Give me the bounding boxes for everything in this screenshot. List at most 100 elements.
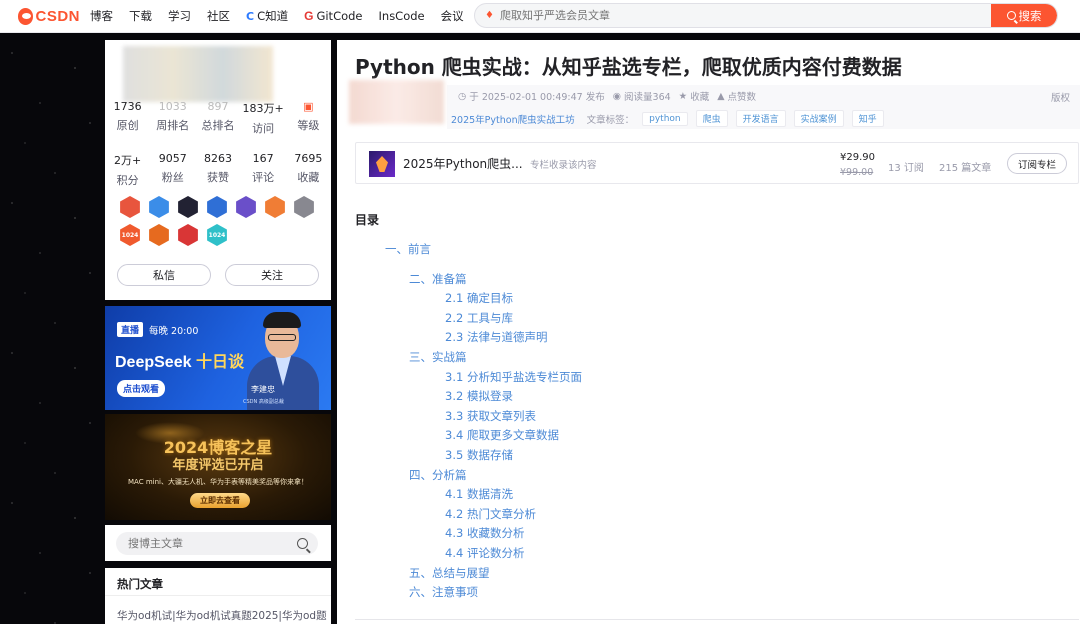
favorite-label[interactable]: 收藏 (690, 89, 709, 103)
article-tags-row: 2025年Python爬虫实战工坊 文章标签： python 爬虫 开发语言 实… (451, 110, 892, 127)
achievement-badges: 1024 1024 (119, 196, 319, 246)
toc-link[interactable]: 2.2 工具与库 (445, 310, 513, 326)
nav-inscode[interactable]: InsCode (379, 9, 425, 23)
stat-original[interactable]: 1736 原创 (106, 100, 150, 136)
stat-favorites[interactable]: 7695 收藏 (286, 152, 330, 188)
live-time: 每晚 20:00 (149, 326, 199, 337)
award-view-button[interactable]: 立即去查看 (190, 493, 250, 508)
toc-link[interactable]: 2.3 法律与道德声明 (445, 329, 547, 345)
tag-case-study[interactable]: 实战案例 (793, 110, 844, 127)
stat-total-rank[interactable]: 897 总排名 (196, 100, 240, 136)
tag-dev-language[interactable]: 开发语言 (735, 110, 786, 127)
toc-link[interactable]: 4.1 数据清洗 (445, 486, 513, 502)
tag-zhihu[interactable]: 知乎 (851, 110, 884, 127)
column-subscribers: 13 订阅 (888, 163, 924, 174)
toc-heading: 目录 (355, 213, 380, 227)
stat-value: 1736 (113, 100, 142, 113)
message-button[interactable]: 私信 (117, 264, 211, 286)
stat-label: 粉丝 (161, 171, 184, 184)
stat-likes[interactable]: 8263 获赞 (196, 152, 240, 188)
toc-link[interactable]: 4.4 评论数分析 (445, 545, 524, 561)
subscribe-column-button[interactable]: 订阅专栏 (1007, 153, 1067, 174)
column-article-count: 215 篇文章 (939, 163, 992, 174)
column-thumbnail[interactable] (369, 151, 395, 177)
achievement-badge-icon[interactable]: 1024 (120, 224, 140, 246)
like-label[interactable]: 点赞数 (728, 89, 757, 103)
search-icon (1006, 11, 1016, 20)
stat-fans[interactable]: 9057 粉丝 (151, 152, 195, 188)
column-link[interactable]: 2025年Python爬虫实战工坊 (451, 112, 575, 126)
tag-python[interactable]: python (642, 111, 688, 126)
column-name[interactable]: 2025年Python爬虫... (403, 155, 523, 172)
stat-level[interactable]: ▣ 等级 (286, 100, 330, 136)
profile-actions: 私信 关注 (117, 264, 319, 286)
nav-c-zhidao[interactable]: C C知道 (246, 8, 288, 24)
blurred-author-avatar (349, 80, 444, 124)
article-main: Python 爬虫实战：从知乎盐选专栏，爬取优质内容付费数据 ◷ 于 2025-0… (337, 40, 1080, 624)
search-button[interactable]: 搜索 (991, 4, 1057, 27)
toc-link[interactable]: 4.2 热门文章分析 (445, 506, 536, 522)
achievement-badge-icon[interactable] (178, 224, 198, 246)
stat-label: 周排名 (156, 119, 190, 132)
toc-link[interactable]: 3.4 爬取更多文章数据 (445, 427, 559, 443)
nav-download[interactable]: 下载 (129, 8, 152, 24)
achievement-badge-icon[interactable]: 1024 (207, 224, 227, 246)
global-search-input[interactable] (499, 9, 991, 22)
tag-crawler[interactable]: 爬虫 (695, 110, 728, 127)
csdn-logo[interactable]: CSDN (18, 7, 80, 25)
achievement-badge-icon[interactable] (149, 196, 169, 218)
stat-value: 167 (252, 152, 274, 165)
toc-link[interactable]: 3.5 数据存储 (445, 447, 513, 463)
toc-link[interactable]: 六、注意事项 (409, 584, 478, 600)
stat-comments[interactable]: 167 评论 (241, 152, 285, 188)
achievement-badge-icon[interactable] (120, 196, 140, 218)
achievement-badge-icon[interactable] (236, 196, 256, 218)
stat-weekly-rank[interactable]: 1033 周排名 (151, 100, 195, 136)
achievement-badge-icon[interactable] (149, 224, 169, 246)
stat-label: 等级 (297, 119, 320, 132)
stat-label: 积分 (116, 174, 139, 187)
toc-link[interactable]: 3.3 获取文章列表 (445, 408, 536, 424)
divider (105, 595, 331, 596)
watch-now-button[interactable]: 点击观看 (117, 380, 166, 397)
blog-star-award-banner[interactable]: 2024博客之星 年度评选已开启 MAC mini、大疆无人机、华为手表等精美奖… (105, 414, 331, 520)
level-icon: ▣ (303, 100, 314, 113)
hot-article-link[interactable]: 华为od机试|华为od机试真题2025|华为od题 (117, 608, 327, 623)
main-nav: 博客 下载 学习 社区 C C知道 G GitCode InsCode 会议 (90, 8, 480, 24)
toc-link[interactable]: 2.1 确定目标 (445, 290, 513, 306)
search-icon[interactable] (297, 538, 308, 549)
speaker-title: CSDN 高级副总裁 (243, 399, 284, 405)
nav-community[interactable]: 社区 (207, 8, 230, 24)
achievement-badge-icon[interactable] (294, 196, 314, 218)
star-icon[interactable]: ★ (679, 91, 688, 102)
toc-link[interactable]: 3.1 分析知乎盐选专栏页面 (445, 369, 582, 385)
nav-blog[interactable]: 博客 (90, 8, 113, 24)
toc-link[interactable]: 五、总结与展望 (409, 565, 490, 581)
copyright-label[interactable]: 版权 (1051, 90, 1070, 104)
stat-visits[interactable]: 183万+ 访问 (241, 100, 285, 136)
nav-meeting[interactable]: 会议 (441, 8, 464, 24)
nav-learn[interactable]: 学习 (168, 8, 191, 24)
toc-link[interactable]: 3.2 模拟登录 (445, 388, 513, 404)
achievement-badge-icon[interactable] (178, 196, 198, 218)
clock-icon: ◷ (458, 90, 467, 102)
follow-button[interactable]: 关注 (225, 264, 319, 286)
deepseek-live-banner[interactable]: 直播 每晚 20:00 DeepSeek 十日谈 点击观看 李建忠 CSDN 高… (105, 306, 331, 410)
achievement-badge-icon[interactable] (265, 196, 285, 218)
toc-link[interactable]: 二、准备篇 (409, 271, 467, 287)
c-zhidao-icon: C (246, 9, 255, 23)
nav-gitcode[interactable]: G GitCode (304, 9, 362, 23)
hot-fire-icon: ♦ (485, 10, 494, 21)
stat-points[interactable]: 2万+ 积分 (106, 152, 150, 188)
toc-link[interactable]: 一、前言 (385, 241, 431, 257)
award-description: MAC mini、大疆无人机、华为手表等精美奖品等你来拿！ (128, 478, 308, 486)
stat-label: 收藏 (297, 171, 320, 184)
toc-link[interactable]: 三、实战篇 (409, 349, 467, 365)
stats-row-1: 1736 原创 1033 周排名 897 总排名 183万+ 访问 ▣ 等级 (105, 100, 331, 136)
blogger-search-input[interactable] (128, 537, 297, 550)
toc-link[interactable]: 四、分析篇 (409, 467, 467, 483)
gitcode-icon: G (304, 9, 314, 23)
thumb-up-icon[interactable]: ▲ (717, 91, 724, 102)
toc-link[interactable]: 4.3 收藏数分析 (445, 525, 524, 541)
achievement-badge-icon[interactable] (207, 196, 227, 218)
